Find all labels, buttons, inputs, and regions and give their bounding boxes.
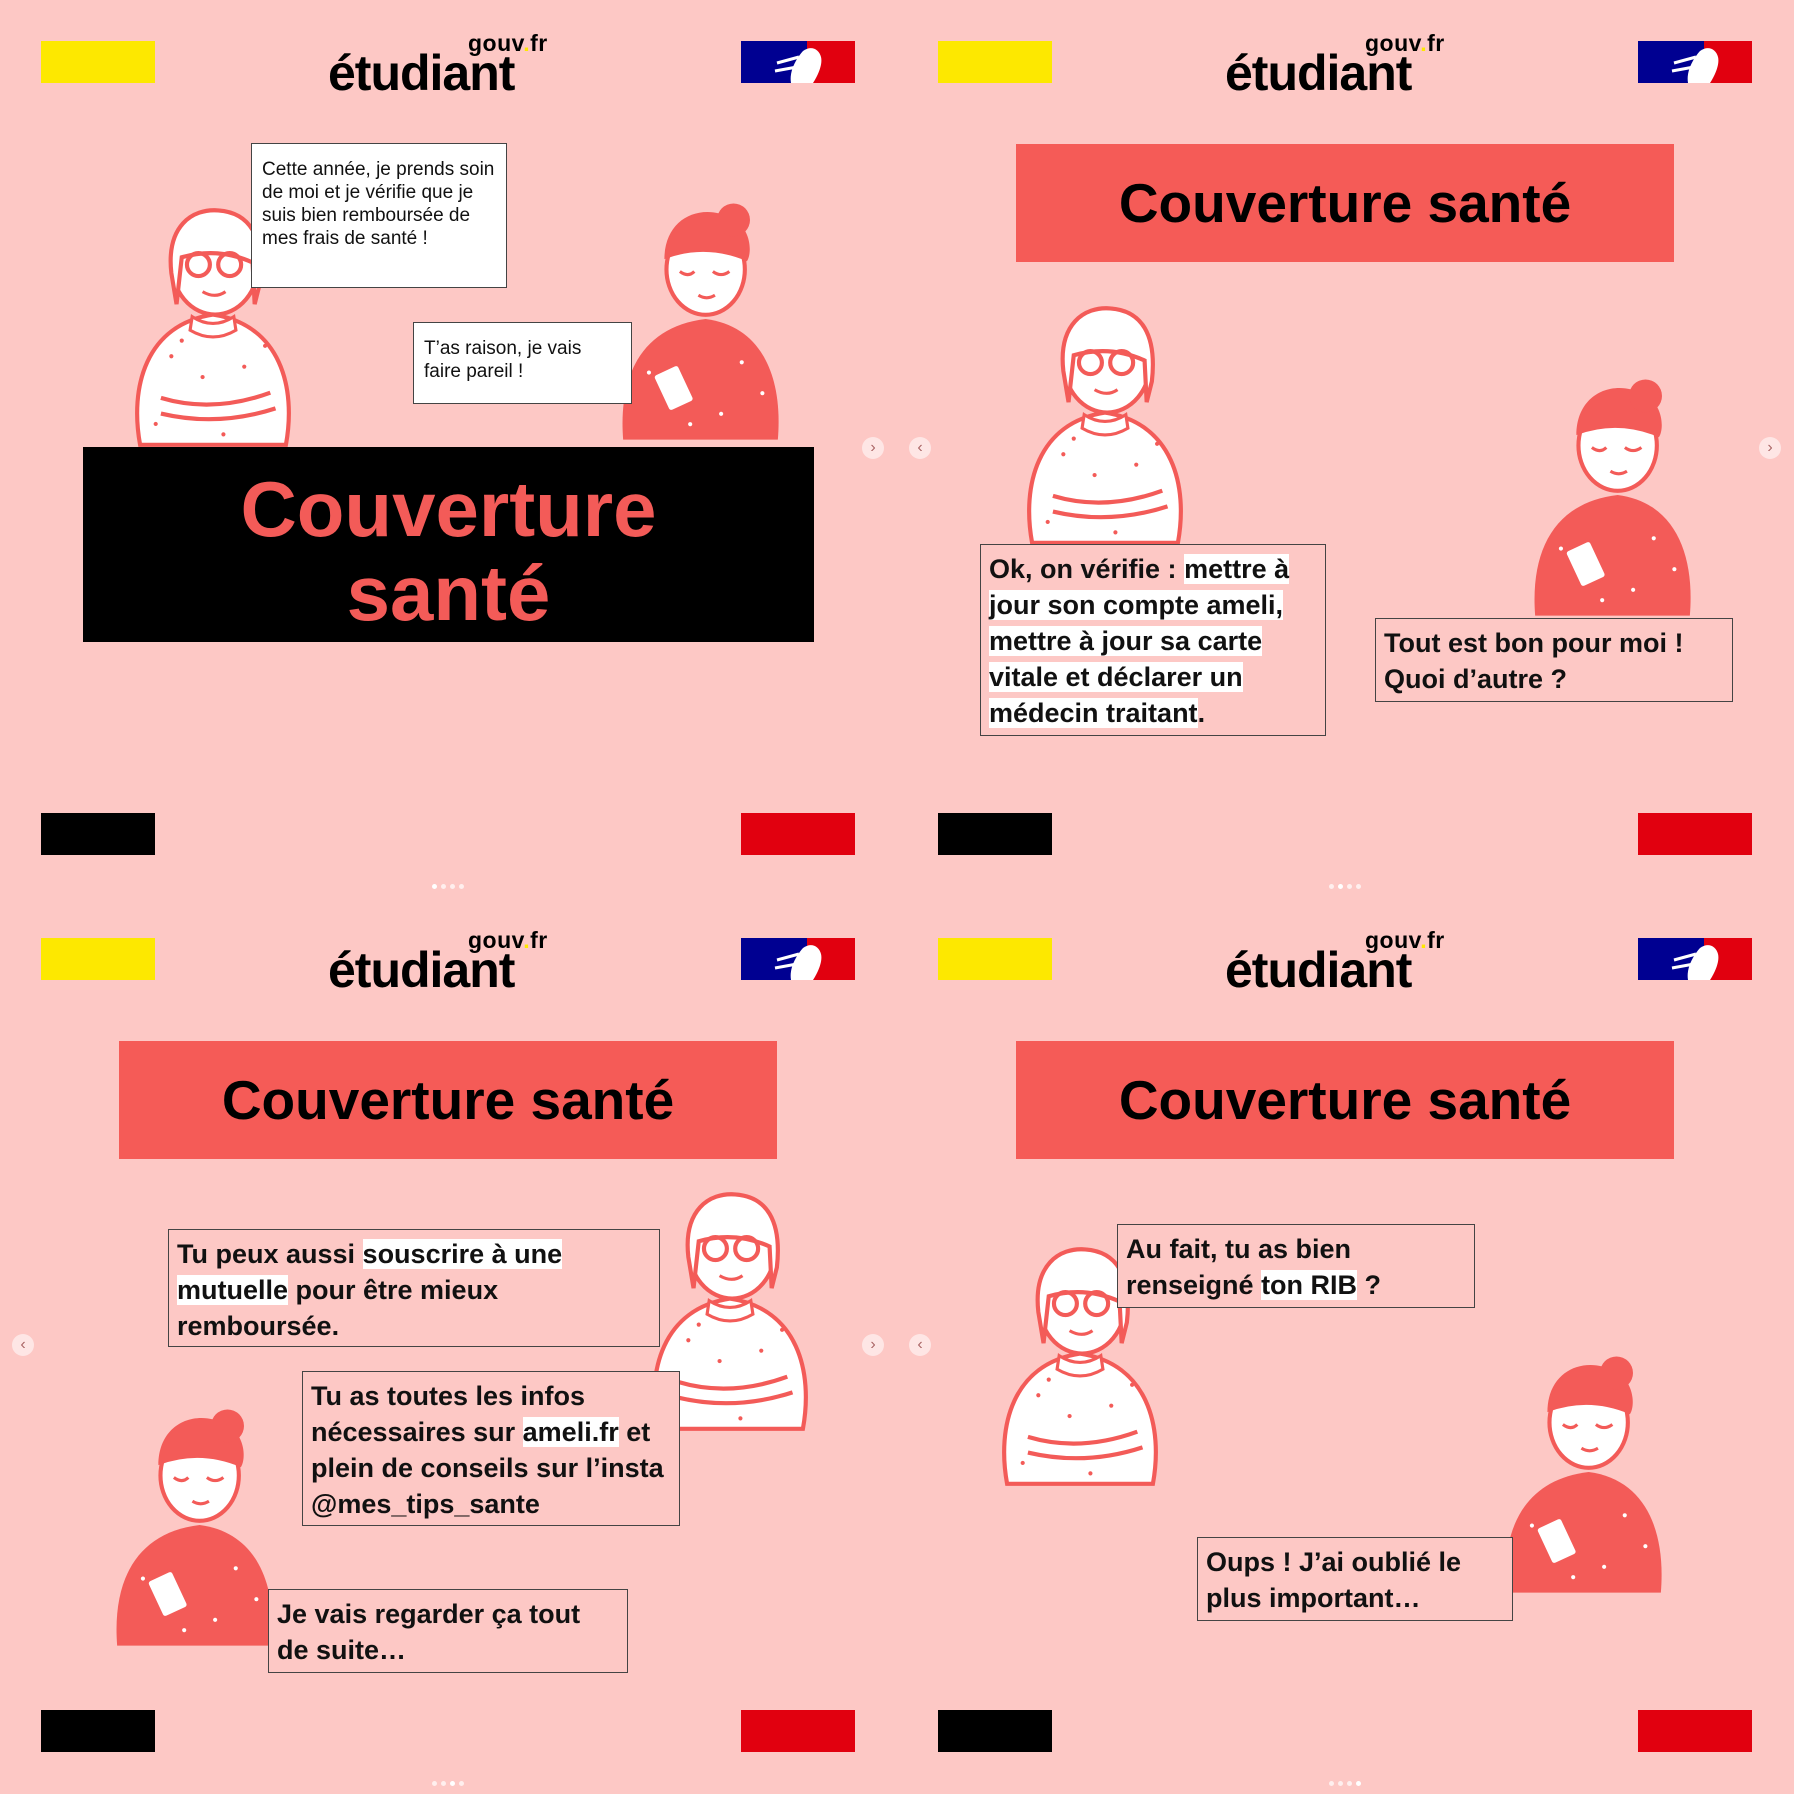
girl-bandana-illustration — [618, 196, 783, 446]
carousel-dots — [1327, 876, 1367, 889]
carousel-dots — [1327, 1773, 1367, 1786]
republique-francaise-flag-icon — [1638, 938, 1752, 980]
black-bar — [938, 813, 1052, 855]
title-banner: Couverture santé — [83, 447, 814, 642]
logo-etudiant: étudiant — [1225, 45, 1412, 101]
prev-slide-icon[interactable]: ‹ — [909, 437, 931, 459]
prev-slide-icon[interactable]: ‹ — [12, 1334, 34, 1356]
speech-bubble-2: Tu as toutes les infos nécessaires sur a… — [302, 1371, 680, 1526]
red-bar — [1638, 1710, 1752, 1752]
speech-bubble-2: T’as raison, je vais faire pareil ! — [413, 322, 632, 404]
black-bar — [938, 1710, 1052, 1752]
speech-bubble-1: Ok, on vérifie : mettre à jour son compt… — [980, 544, 1326, 736]
logo-etudiant: étudiant — [328, 942, 515, 998]
next-slide-icon[interactable]: › — [862, 437, 884, 459]
etudiant-gouv-logo: gouv.fr étudiant — [1225, 927, 1465, 998]
yellow-bar — [41, 938, 155, 980]
republique-francaise-flag-icon — [741, 938, 855, 980]
carousel-dots — [430, 876, 470, 889]
speech-bubble-1: Cette année, je prends soin de moi et je… — [251, 143, 507, 288]
speech-bubble-1: Au fait, tu as bien renseigné ton RIB ? — [1117, 1224, 1475, 1308]
speech-bubble-2: Tout est bon pour moi ! Quoi d’autre ? — [1375, 618, 1733, 702]
slide-2: gouv.fr étudiant Couverture santé Ok, on… — [897, 0, 1794, 897]
girl-bandana-illustration — [1501, 1349, 1666, 1599]
black-bar — [41, 1710, 155, 1752]
republique-francaise-flag-icon — [1638, 41, 1752, 83]
title-line-1: Couverture — [240, 465, 657, 553]
next-slide-icon[interactable]: › — [1759, 437, 1781, 459]
carousel-dots — [430, 1773, 470, 1786]
title-banner: Couverture santé — [1016, 144, 1674, 262]
red-bar — [741, 813, 855, 855]
girl-glasses-illustration — [1010, 298, 1200, 548]
girl-bandana-illustration — [112, 1402, 277, 1652]
black-bar — [41, 813, 155, 855]
yellow-bar — [41, 41, 155, 83]
logo-etudiant: étudiant — [1225, 942, 1412, 998]
speech-bubble-2: Oups ! J’ai oublié le plus important… — [1197, 1537, 1513, 1621]
logo-etudiant: étudiant — [328, 45, 515, 101]
republique-francaise-flag-icon — [741, 41, 855, 83]
etudiant-gouv-logo: gouv.fr étudiant — [328, 927, 568, 998]
slide-1: gouv.fr étudiant Cette année, je prends … — [0, 0, 897, 897]
slide-4: gouv.fr étudiant Couverture santé Au fai… — [897, 897, 1794, 1794]
yellow-bar — [938, 41, 1052, 83]
etudiant-gouv-logo: gouv.fr étudiant — [328, 30, 568, 101]
speech-bubble-3: Je vais regarder ça tout de suite… — [268, 1589, 628, 1673]
slide-3: gouv.fr étudiant Couverture santé Tu peu… — [0, 897, 897, 1794]
title-banner: Couverture santé — [1016, 1041, 1674, 1159]
next-slide-icon[interactable]: › — [862, 1334, 884, 1356]
title-banner: Couverture santé — [119, 1041, 777, 1159]
speech-bubble-1: Tu peux aussi souscrire à une mutuelle p… — [168, 1229, 660, 1347]
title-line-2: santé — [346, 549, 551, 637]
yellow-bar — [938, 938, 1052, 980]
girl-bandana-illustration — [1530, 372, 1695, 622]
prev-slide-icon[interactable]: ‹ — [909, 1334, 931, 1356]
etudiant-gouv-logo: gouv.fr étudiant — [1225, 30, 1465, 101]
red-bar — [1638, 813, 1752, 855]
red-bar — [741, 1710, 855, 1752]
